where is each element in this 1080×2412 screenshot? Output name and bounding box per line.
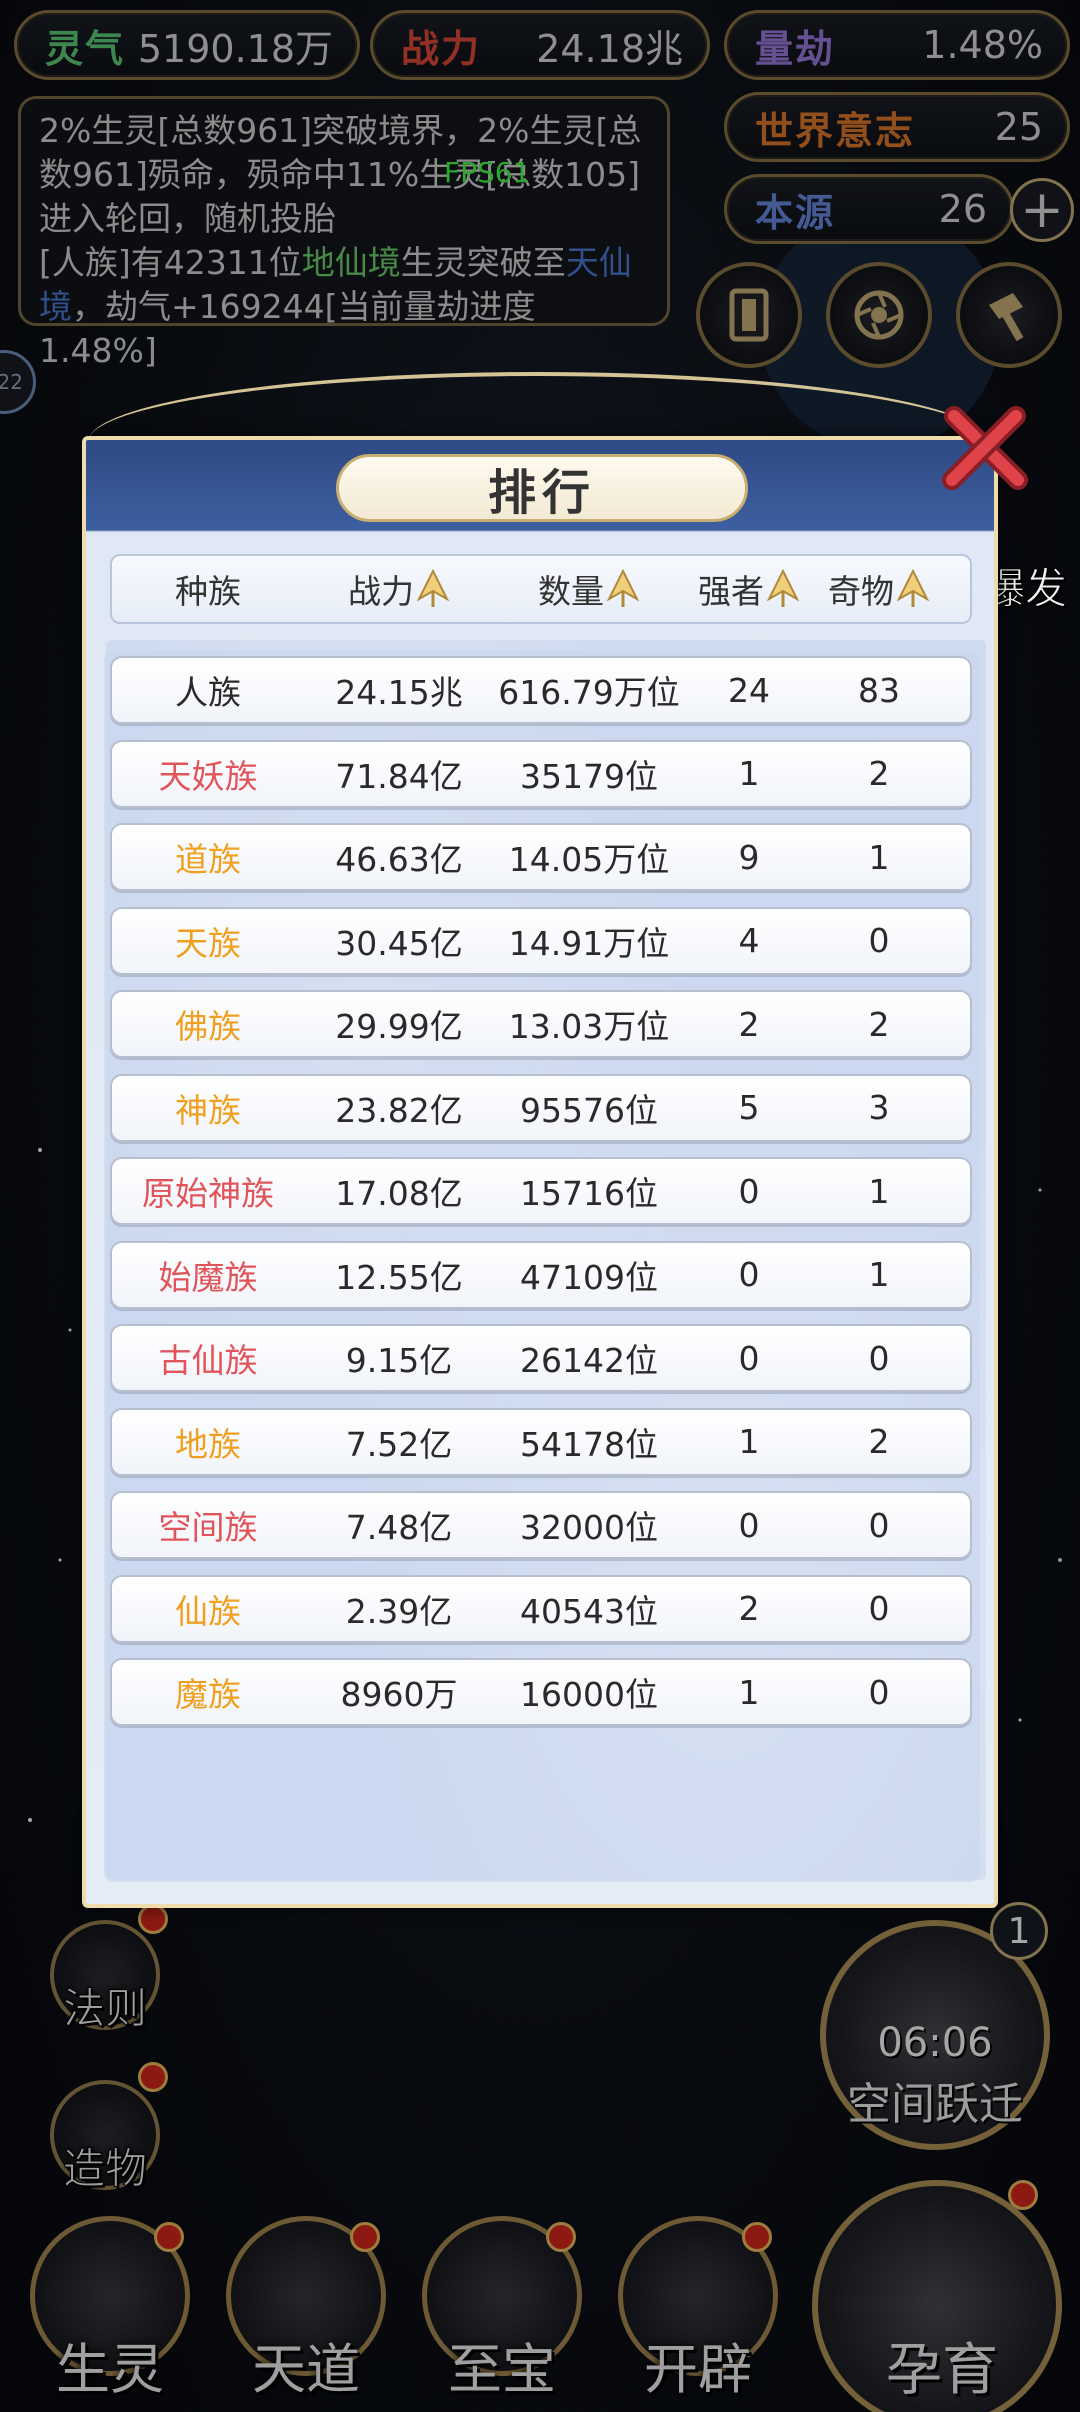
items-cell: 1 <box>868 1171 890 1211</box>
table-row[interactable]: 神族 23.82亿 95576位 5 3 <box>110 1073 972 1142</box>
race-cell: 始魔族 <box>158 1257 258 1297</box>
table-row[interactable]: 佛族 29.99亿 13.03万位 2 2 <box>110 990 972 1058</box>
strong-cell: 1 <box>738 754 760 793</box>
table-row[interactable]: 地族 7.52亿 54178位 1 2 <box>110 1407 972 1476</box>
table-row[interactable]: 天妖族 71.84亿 35179位 1 2 <box>110 739 972 808</box>
items-cell: 3 <box>868 1088 890 1127</box>
power-cell: 24.15兆 <box>335 673 463 712</box>
power-cell: 7.52亿 <box>345 1424 453 1464</box>
count-cell: 40543位 <box>520 1591 658 1631</box>
items-cell: 2 <box>868 1004 890 1044</box>
power-cell: 30.45亿 <box>335 923 463 963</box>
power-cell: 12.55亿 <box>335 1257 463 1297</box>
strong-cell: 0 <box>738 1255 760 1294</box>
race-cell: 原始神族 <box>142 1174 274 1213</box>
power-cell: 2.39亿 <box>345 1591 453 1631</box>
sort-items-icon <box>896 569 930 607</box>
close-button[interactable] <box>936 402 1032 498</box>
table-row[interactable]: 人族 24.15兆 616.79万位 24 83 <box>110 656 972 724</box>
items-cell: 0 <box>868 921 890 960</box>
count-cell: 95576位 <box>520 1090 658 1130</box>
count-cell: 13.03万位 <box>508 1007 670 1046</box>
race-cell: 空间族 <box>158 1508 258 1547</box>
table-row[interactable]: 天族 30.45亿 14.91万位 4 0 <box>110 906 972 975</box>
strong-cell: 1 <box>738 1422 760 1461</box>
sort-power-icon <box>416 569 450 607</box>
items-cell: 0 <box>868 1338 890 1378</box>
count-cell: 15716位 <box>520 1174 658 1213</box>
count-cell: 14.91万位 <box>508 923 670 963</box>
sort-count-icon <box>606 569 640 607</box>
table-row[interactable]: 原始神族 17.08亿 15716位 0 1 <box>110 1157 972 1225</box>
header-items[interactable]: 奇物 <box>814 565 944 613</box>
count-cell: 35179位 <box>520 756 658 796</box>
strong-cell: 2 <box>738 1589 760 1628</box>
table-row[interactable]: 仙族 2.39亿 40543位 2 0 <box>110 1574 972 1643</box>
header-power[interactable]: 战力 <box>304 565 494 613</box>
power-cell: 17.08亿 <box>335 1174 463 1213</box>
count-cell: 16000位 <box>520 1675 658 1714</box>
table-header: 种族 战力 数量 强者 奇物 <box>110 554 972 624</box>
items-cell: 2 <box>868 1422 890 1461</box>
count-cell: 54178位 <box>520 1424 658 1464</box>
race-cell: 地族 <box>175 1424 241 1464</box>
items-cell: 0 <box>868 1505 890 1545</box>
strong-cell: 9 <box>738 837 760 877</box>
race-cell: 天妖族 <box>158 756 258 796</box>
strong-cell: 24 <box>728 670 770 710</box>
power-cell: 8960万 <box>340 1675 458 1714</box>
strong-cell: 1 <box>738 1672 760 1712</box>
items-cell: 2 <box>868 754 890 793</box>
sort-strong-icon <box>766 569 800 607</box>
header-race: 种族 <box>175 572 241 611</box>
strong-cell: 4 <box>738 921 760 960</box>
power-cell: 23.82亿 <box>335 1090 463 1130</box>
count-cell: 47109位 <box>520 1257 658 1297</box>
power-cell: 7.48亿 <box>345 1508 453 1547</box>
strong-cell: 0 <box>738 1338 760 1378</box>
items-cell: 1 <box>868 1255 890 1294</box>
header-strong[interactable]: 强者 <box>684 565 814 613</box>
power-cell: 29.99亿 <box>335 1007 463 1046</box>
items-cell: 83 <box>858 670 900 710</box>
table-row[interactable]: 空间族 7.48亿 32000位 0 0 <box>110 1491 972 1559</box>
dialog-title: 排行 <box>336 454 748 522</box>
ranking-dialog: 排行 种族 战力 数量 强者 奇物 人族 24.15兆 616.79万位 24 83 天妖… <box>82 436 998 1908</box>
strong-cell: 0 <box>738 1505 760 1545</box>
race-cell: 魔族 <box>175 1675 241 1714</box>
items-cell: 0 <box>868 1672 890 1712</box>
race-cell: 道族 <box>175 840 241 879</box>
header-count[interactable]: 数量 <box>494 565 684 613</box>
strong-cell: 5 <box>738 1088 760 1127</box>
strong-cell: 2 <box>738 1004 760 1044</box>
items-cell: 0 <box>868 1589 890 1628</box>
items-cell: 1 <box>868 837 890 877</box>
ranking-table[interactable]: 人族 24.15兆 616.79万位 24 83 天妖族 71.84亿 35179位 1 2 道族 4… <box>104 650 980 1882</box>
table-row[interactable]: 始魔族 12.55亿 47109位 0 1 <box>110 1240 972 1309</box>
count-cell: 14.05万位 <box>508 840 670 879</box>
race-cell: 人族 <box>175 673 241 712</box>
strong-cell: 0 <box>738 1171 760 1211</box>
race-cell: 神族 <box>175 1090 241 1130</box>
table-row[interactable]: 古仙族 9.15亿 26142位 0 0 <box>110 1324 972 1392</box>
race-cell: 古仙族 <box>158 1341 258 1380</box>
power-cell: 9.15亿 <box>345 1341 453 1380</box>
table-row[interactable]: 道族 46.63亿 14.05万位 9 1 <box>110 823 972 891</box>
race-cell: 仙族 <box>175 1591 241 1631</box>
count-cell: 26142位 <box>520 1341 658 1380</box>
count-cell: 616.79万位 <box>498 673 680 712</box>
power-cell: 71.84亿 <box>335 756 463 796</box>
close-icon <box>942 406 1028 490</box>
table-row[interactable]: 魔族 8960万 16000位 1 0 <box>110 1658 972 1726</box>
race-cell: 天族 <box>175 923 241 963</box>
power-cell: 46.63亿 <box>335 840 463 879</box>
count-cell: 32000位 <box>520 1508 658 1547</box>
race-cell: 佛族 <box>175 1007 241 1046</box>
